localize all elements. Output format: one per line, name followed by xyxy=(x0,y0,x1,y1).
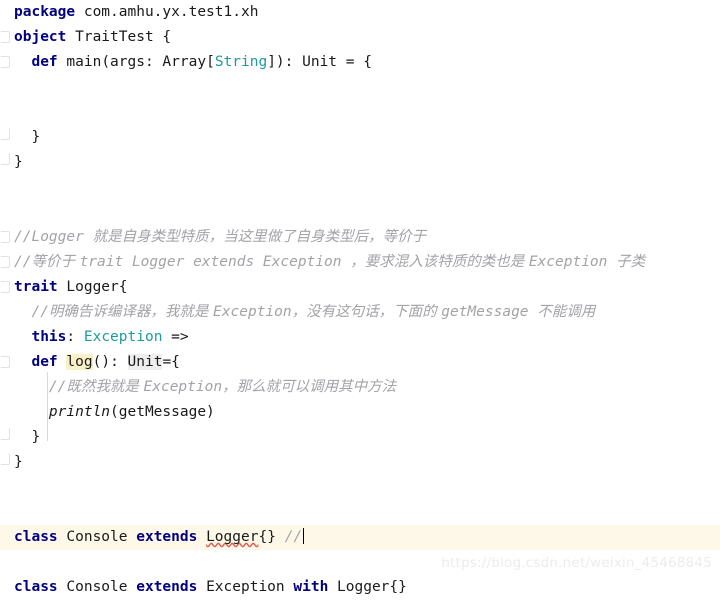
code-token: with xyxy=(293,579,329,595)
code-line[interactable]: def log(): Unit={ xyxy=(0,350,720,375)
code-line[interactable] xyxy=(0,75,720,100)
code-token: Exception xyxy=(197,579,294,595)
code-line[interactable]: //明确告诉编译器，我就是 Exception，没有这句话，下面的 getMes… xyxy=(0,300,720,325)
code-line[interactable] xyxy=(0,500,720,525)
code-token: Logger xyxy=(206,529,259,545)
code-line[interactable]: } xyxy=(0,450,720,475)
code-token: trait Logger extends Exception xyxy=(79,254,351,270)
fold-start-icon[interactable] xyxy=(1,31,10,43)
code-token: extends xyxy=(136,529,198,545)
code-token: class xyxy=(14,529,58,545)
code-line[interactable]: object TraitTest { xyxy=(0,25,720,50)
code-token: } xyxy=(14,129,41,145)
code-token: trait xyxy=(14,279,58,295)
code-token: {} xyxy=(258,529,285,545)
code-token: 既然我就是 xyxy=(66,379,144,395)
fold-start-icon[interactable] xyxy=(1,256,10,268)
code-token: 就是自身类型特质，当这里做了自身类型后，等价于 xyxy=(92,229,427,245)
code-token: this xyxy=(31,329,67,345)
code-token: } xyxy=(14,429,41,445)
code-token: main(args: Array[ xyxy=(57,54,215,70)
code-line[interactable]: //既然我就是 Exception，那么就可以调用其中方法 xyxy=(0,375,720,400)
code-token: 不能调用 xyxy=(537,304,596,320)
code-line[interactable]: this: Exception => xyxy=(0,325,720,350)
code-token: Logger{} xyxy=(328,579,407,595)
code-token: ，没有这句话，下面的 xyxy=(291,304,442,320)
code-token: Console xyxy=(57,529,137,545)
code-token: ，那么就可以调用其中方法 xyxy=(222,379,397,395)
code-token: println xyxy=(48,404,111,420)
fold-end-icon[interactable] xyxy=(1,153,10,165)
code-line[interactable]: } xyxy=(0,425,720,450)
code-token: Unit xyxy=(127,354,163,370)
code-editor[interactable]: package com.amhu.yx.test1.xh object Trait… xyxy=(0,0,720,595)
code-token: // xyxy=(31,304,49,320)
fold-start-icon[interactable] xyxy=(1,56,10,68)
code-token: 明确告诉编译器，我就是 xyxy=(48,304,214,320)
code-token: Logger{ xyxy=(57,279,128,295)
code-token: } xyxy=(14,154,23,170)
fold-start-icon[interactable] xyxy=(1,281,10,293)
code-token: ={ xyxy=(162,354,180,370)
code-line[interactable]: } xyxy=(0,125,720,150)
text-caret xyxy=(303,528,305,544)
code-line[interactable]: //Logger 就是自身类型特质，当这里做了自身类型后，等价于 xyxy=(0,225,720,250)
code-token: def xyxy=(31,354,58,370)
indent-guide xyxy=(47,372,48,441)
code-token: //Logger xyxy=(14,229,93,245)
fold-start-icon[interactable] xyxy=(1,231,10,243)
code-line[interactable] xyxy=(0,475,720,500)
code-token: ，要求混入该特质的类也是 xyxy=(350,254,529,270)
code-token: // xyxy=(284,529,303,545)
code-line[interactable]: def main(args: Array[String]): Unit = { xyxy=(0,50,720,75)
code-line[interactable] xyxy=(0,200,720,225)
code-token: 等价于 xyxy=(31,254,80,270)
code-token: } xyxy=(14,454,23,470)
code-token: object xyxy=(14,29,67,45)
code-token: 子类 xyxy=(616,254,646,270)
code-token: (): xyxy=(92,354,128,370)
code-token: // xyxy=(48,379,67,395)
code-line[interactable]: println(getMessage) xyxy=(0,400,720,425)
fold-end-icon[interactable] xyxy=(1,453,10,465)
code-token: ]): Unit = { xyxy=(267,54,372,70)
fold-end-icon[interactable] xyxy=(1,128,10,140)
code-token: Exception xyxy=(83,329,163,345)
code-line[interactable]: //等价于 trait Logger extends Exception ，要求… xyxy=(0,250,720,275)
code-line[interactable]: package com.amhu.yx.test1.xh xyxy=(0,0,720,25)
code-token: String xyxy=(214,54,268,70)
fold-end-icon[interactable] xyxy=(1,428,10,440)
code-line[interactable] xyxy=(0,175,720,200)
code-line[interactable] xyxy=(0,100,720,125)
code-token: Exception xyxy=(213,304,292,320)
code-token: (getMessage) xyxy=(110,404,215,420)
code-token: package xyxy=(14,4,76,20)
code-token: // xyxy=(14,254,32,270)
code-token: getMessage xyxy=(441,304,538,320)
code-lines-container[interactable]: package com.amhu.yx.test1.xh object Trait… xyxy=(0,0,720,600)
code-token: def xyxy=(31,54,58,70)
code-token: log xyxy=(66,354,93,370)
code-token: => xyxy=(162,329,189,345)
code-token: TraitTest { xyxy=(66,29,172,45)
code-line[interactable]: trait Logger{ xyxy=(0,275,720,300)
watermark-text: https://blog.csdn.net/weixin_45468845 xyxy=(441,555,712,571)
code-token: class xyxy=(14,579,58,595)
code-line[interactable]: class Console extends Logger{} // xyxy=(0,525,720,550)
code-token: com.amhu.yx.test1.xh xyxy=(75,4,259,20)
code-token: : xyxy=(66,329,84,345)
code-token: Exception xyxy=(143,379,223,395)
fold-start-icon[interactable] xyxy=(1,356,10,368)
code-token: Console xyxy=(57,579,137,595)
code-token: extends xyxy=(136,579,198,595)
code-token: Exception xyxy=(528,254,617,270)
code-line[interactable]: } xyxy=(0,150,720,175)
